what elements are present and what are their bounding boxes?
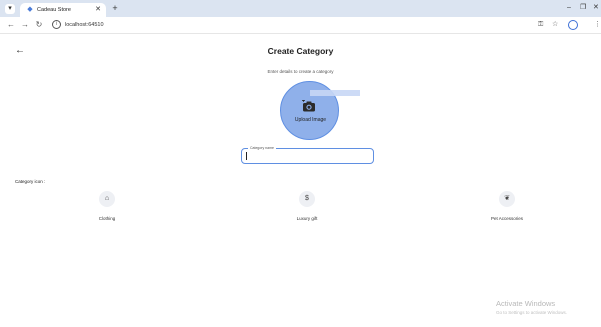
category-option-luxury-gift[interactable]: $ Luxury gift <box>277 191 337 231</box>
bookmark-star-icon[interactable]: ☆ <box>552 20 558 30</box>
category-name-input[interactable]: Category name <box>241 145 374 164</box>
category-name-label: Category name <box>248 145 276 151</box>
category-option-label: Luxury gift <box>296 216 318 221</box>
category-icon-heading: Category icon : <box>15 179 46 184</box>
upload-image-label: Upload Image <box>294 117 327 123</box>
maximize-button[interactable]: ❐ <box>580 3 586 13</box>
profile-avatar-icon[interactable] <box>568 20 578 30</box>
upload-hover-overlay <box>310 90 360 96</box>
dollar-icon: $ <box>299 191 315 207</box>
minimize-button[interactable]: – <box>567 3 571 13</box>
browser-tabstrip: ▾ ◆ Cadeau Store ✕ + – ❐ ✕ <box>0 0 601 17</box>
tab-search-icon[interactable]: ▾ <box>5 4 15 14</box>
activation-watermark-subtitle: Go to Settings to activate Windows. <box>496 310 568 315</box>
favicon-icon: ◆ <box>27 6 33 13</box>
address-bar[interactable]: i localhost:64510 <box>52 19 552 31</box>
browser-tab[interactable]: ◆ Cadeau Store ✕ <box>20 3 106 17</box>
tab-title: Cadeau Store <box>37 7 71 13</box>
site-info-icon[interactable]: i <box>52 20 61 29</box>
menu-dots-icon[interactable]: ⋮ <box>594 20 601 30</box>
new-tab-button[interactable]: + <box>110 3 120 13</box>
category-option-pet-accessories[interactable]: ❦ Pet Accessories <box>477 191 537 231</box>
back-nav-icon[interactable]: ← <box>6 20 16 30</box>
text-caret <box>246 152 247 160</box>
hanger-icon: ⌂ <box>99 191 115 207</box>
browser-toolbar: ← → ↻ i localhost:64510 ⚿ ☆ ⋮ <box>0 17 601 34</box>
add-photo-icon <box>302 100 315 112</box>
category-option-label: Clothing <box>98 216 116 221</box>
activation-watermark-title: Activate Windows <box>496 299 556 308</box>
page-subtitle: Enter details to create a category <box>267 69 334 74</box>
url-text: localhost:64510 <box>65 22 104 28</box>
password-key-icon[interactable]: ⚿ <box>538 20 543 30</box>
page-title: Create Category <box>267 46 334 56</box>
reload-icon[interactable]: ↻ <box>34 20 44 30</box>
category-option-label: Pet Accessories <box>490 216 523 221</box>
forward-nav-icon[interactable]: → <box>20 20 30 30</box>
close-window-button[interactable]: ✕ <box>593 3 599 13</box>
category-option-clothing[interactable]: ⌂ Clothing <box>77 191 137 231</box>
paw-icon: ❦ <box>499 191 515 207</box>
tab-close-icon[interactable]: ✕ <box>95 5 101 15</box>
